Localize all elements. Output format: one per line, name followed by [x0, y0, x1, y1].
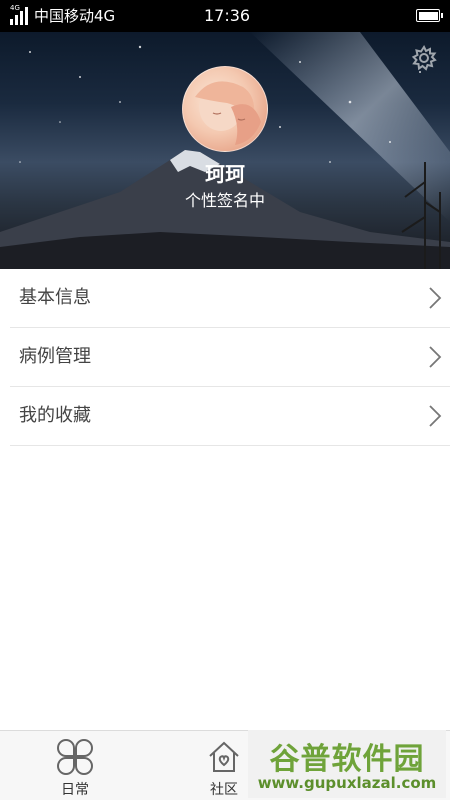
network-type-label: 4G [10, 4, 20, 12]
clover-icon [57, 739, 93, 775]
menu-item-label: 基本信息 [19, 287, 91, 308]
tab-label: 日常 [61, 782, 89, 798]
tab-daily[interactable]: 日常 [19, 731, 131, 800]
menu-item-label: 病例管理 [19, 346, 91, 367]
carrier-name: 中国移动4G [34, 7, 116, 25]
avatar[interactable] [182, 66, 268, 152]
menu-item-basic-info[interactable]: 基本信息 [10, 269, 450, 328]
menu-item-label: 我的收藏 [19, 405, 91, 426]
nickname: 珂珂 [205, 162, 245, 186]
menu-item-case-management[interactable]: 病例管理 [10, 328, 450, 387]
watermark-title: 谷普软件园 [269, 742, 425, 777]
battery-icon [416, 9, 443, 22]
avatar-image [195, 81, 261, 145]
home-icon [209, 741, 239, 772]
profile-menu: 基本信息 病例管理 我的收藏 [0, 269, 450, 446]
status-bar: 4G 中国移动4G 17:36 [0, 0, 450, 32]
watermark-url: www.gupuxlazal.com [257, 774, 437, 792]
profile-header: 珂珂 个性签名中 [0, 32, 450, 269]
clock: 17:36 [204, 6, 251, 25]
chevron-right-icon [429, 287, 442, 309]
menu-item-my-favorites[interactable]: 我的收藏 [10, 387, 450, 446]
chevron-right-icon [429, 346, 442, 368]
watermark-logo: 谷普软件园 www.gupuxlazal.com [248, 730, 446, 798]
signature: 个性签名中 [184, 191, 265, 210]
chevron-right-icon [429, 405, 442, 427]
signal-icon: 4G [10, 4, 32, 25]
gear-icon[interactable] [410, 44, 438, 72]
